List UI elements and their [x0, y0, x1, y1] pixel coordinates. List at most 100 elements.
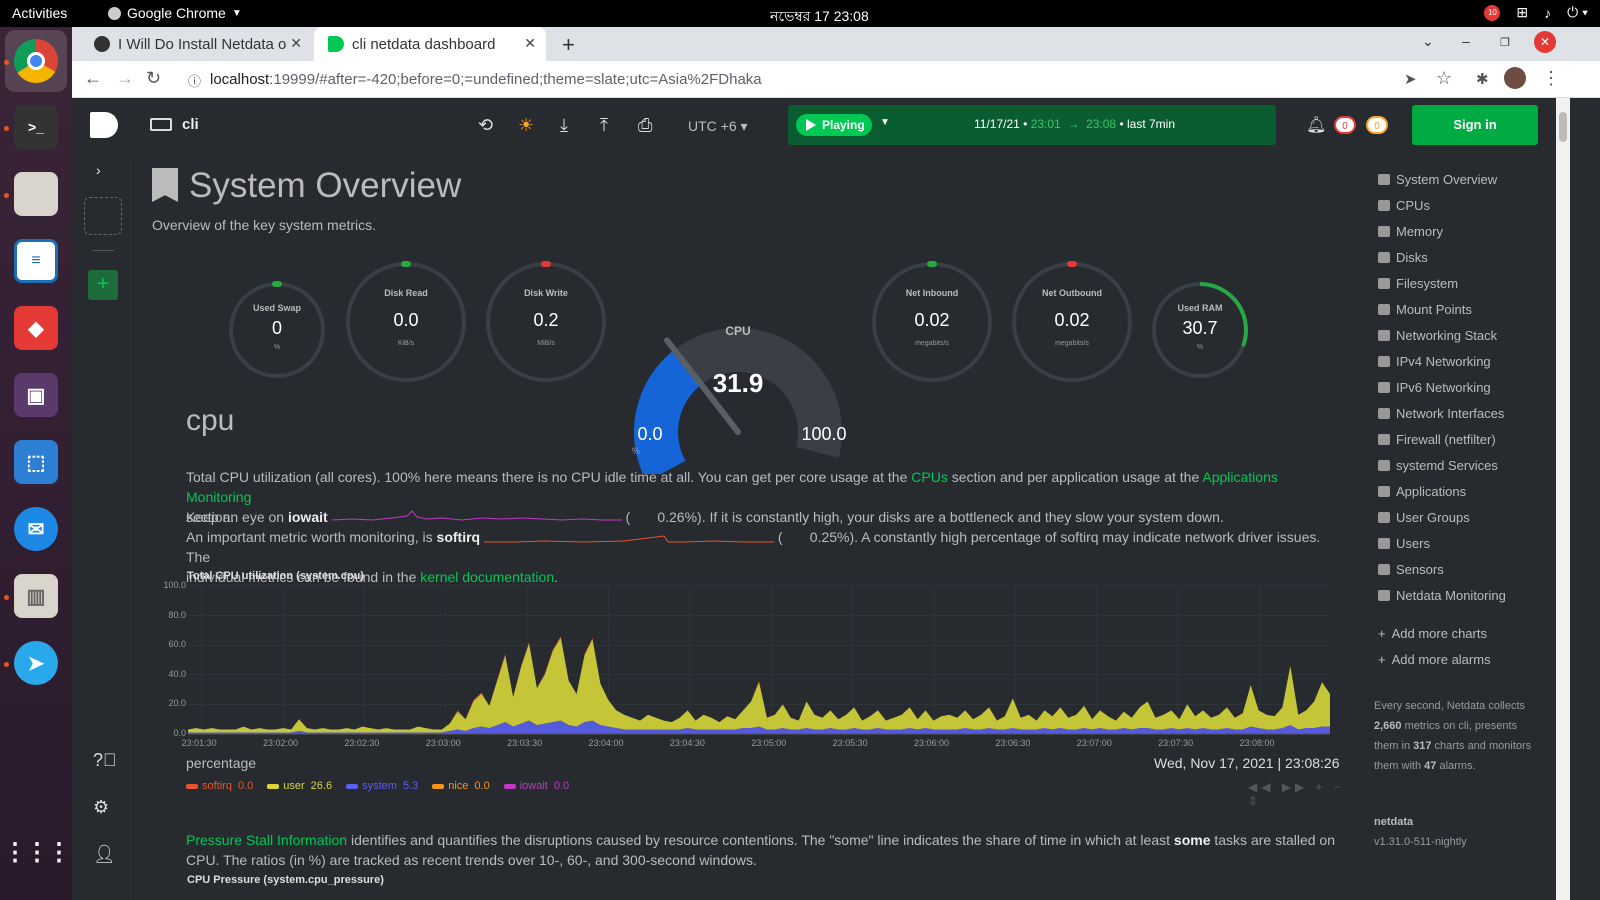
warning-alarms-count[interactable]: 0	[1366, 116, 1388, 134]
system-top-bar: Activities Google Chrome ▼ নভেম্বর 17 23…	[0, 0, 1600, 27]
x-tick-label: 23:03:30	[507, 738, 543, 748]
upload-icon[interactable]: ⤒	[600, 115, 608, 136]
legend-item-softirq[interactable]: softirq 0.0	[186, 780, 253, 792]
bell-icon[interactable]: 🔔︎	[1306, 115, 1326, 135]
show-apps-grid-icon[interactable]: ⋮⋮⋮	[3, 830, 71, 874]
time-player[interactable]: Playing ▼ 11/17/21 • 23:01 → 23:08 • las…	[788, 105, 1276, 145]
anydesk-dock-icon[interactable]: ◆	[14, 306, 58, 350]
y-tick-label: 100.0	[163, 580, 186, 590]
x-tick-label: 23:04:00	[588, 738, 624, 748]
menu-item-systemd-services[interactable]: systemd Services	[1378, 458, 1498, 473]
forward-icon[interactable]: →	[116, 68, 134, 89]
expand-sidebar-icon[interactable]: ›	[96, 162, 101, 178]
legend-item-iowait[interactable]: iowait 0.0	[503, 780, 569, 792]
chart-controls[interactable]: ◀◀ ▶▶ + − ⇕	[1248, 780, 1356, 808]
extensions-icon[interactable]: ✱	[1476, 70, 1489, 88]
legend-item-system[interactable]: system 5.3	[346, 780, 418, 792]
tab-search-icon[interactable]: ⌄	[1422, 33, 1434, 50]
files-dock-icon[interactable]	[14, 172, 58, 216]
menu-item-firewall-netfilter[interactable]: Firewall (netfilter)	[1378, 432, 1496, 447]
menu-item-filesystem[interactable]: Filesystem	[1378, 276, 1458, 291]
legend-item-user[interactable]: user 26.6	[267, 780, 332, 792]
add-more-charts-link[interactable]: + Add more charts	[1378, 626, 1487, 641]
thunderbird-dock-icon[interactable]: ✉	[14, 507, 58, 551]
menu-item-disks[interactable]: Disks	[1378, 250, 1428, 265]
chrome-menu-icon[interactable]: ⋮	[1542, 68, 1560, 89]
play-button[interactable]: Playing	[796, 114, 872, 136]
menu-item-netdata-monitoring[interactable]: Netdata Monitoring	[1378, 588, 1506, 603]
minimize-button[interactable]: –	[1462, 33, 1470, 49]
user-icon[interactable]: 👤︎	[93, 844, 116, 865]
gauge-label: Disk Write	[524, 288, 568, 298]
gauges-area	[229, 261, 1248, 474]
add-more-alarms-link[interactable]: + Add more alarms	[1378, 652, 1491, 667]
page-scrollbar[interactable]	[1556, 98, 1570, 900]
maximize-button[interactable]: ❐	[1500, 36, 1510, 49]
address-bar[interactable]: localhost:19999/#after=-420;before=0;=un…	[210, 67, 1440, 93]
menu-item-users[interactable]: Users	[1378, 536, 1430, 551]
space-placeholder[interactable]	[84, 197, 122, 235]
menu-item-mount-points[interactable]: Mount Points	[1378, 302, 1472, 317]
sign-in-button[interactable]: Sign in	[1412, 105, 1538, 145]
chevron-down-icon[interactable]: ▼	[880, 117, 890, 128]
archive-dock-icon[interactable]: ▥	[14, 574, 58, 618]
netdata-info: Every second, Netdata collects 2,660 met…	[1374, 696, 1534, 776]
tab-label: cli netdata dashboard	[352, 35, 496, 53]
menu-item-cpus[interactable]: CPUs	[1378, 198, 1430, 213]
netdata-logo[interactable]	[90, 112, 118, 138]
timezone-selector[interactable]: UTC +6 ▾	[688, 118, 748, 135]
menu-item-applications[interactable]: Applications	[1378, 484, 1466, 499]
cpu-area-chart[interactable]	[134, 580, 1356, 780]
menu-item-networking-stack[interactable]: Networking Stack	[1378, 328, 1497, 343]
close-tab-icon[interactable]: ✕	[290, 35, 302, 52]
scrollbar-thumb[interactable]	[1559, 112, 1567, 142]
menu-item-user-groups[interactable]: User Groups	[1378, 510, 1470, 525]
close-tab-icon[interactable]: ✕	[524, 35, 536, 52]
refresh-icon[interactable]: ⟲	[478, 115, 493, 136]
screenshot-dock-icon[interactable]: ⬚	[14, 440, 58, 484]
system-tray[interactable]: 10 ⊞ ♪ ⏻ ▾	[1484, 4, 1588, 21]
psi-link[interactable]: Pressure Stall Information	[186, 832, 347, 848]
menu-item-ipv6-networking[interactable]: IPv6 Networking	[1378, 380, 1491, 395]
theme-icon[interactable]: ☀	[518, 115, 534, 136]
settings-gear-icon[interactable]: ⚙	[93, 797, 109, 818]
tab-netdata-dashboard[interactable]: cli netdata dashboard ✕	[314, 27, 546, 61]
help-icon[interactable]: ?⃝	[93, 750, 117, 771]
site-info-icon[interactable]: ⓘ	[188, 71, 201, 90]
legend-name: nice	[448, 780, 469, 792]
menu-item-memory[interactable]: Memory	[1378, 224, 1443, 239]
cpu-gauge-label: CPU	[725, 324, 751, 338]
critical-alarms-count[interactable]: 0	[1334, 116, 1356, 134]
app-menu[interactable]: Google Chrome ▼	[108, 5, 242, 21]
profile-avatar[interactable]	[1504, 67, 1526, 89]
menu-item-sensors[interactable]: Sensors	[1378, 562, 1444, 577]
chrome-dock-icon[interactable]	[14, 39, 58, 83]
telegram-dock-icon[interactable]: ➤	[14, 641, 58, 685]
close-window-button[interactable]: ✕	[1534, 31, 1556, 53]
reload-icon[interactable]: ↻	[146, 68, 161, 89]
legend-item-nice[interactable]: nice 0.0	[432, 780, 490, 792]
sensor-icon	[1378, 564, 1390, 575]
tab-install-netdata[interactable]: I Will Do Install Netdata o ✕	[80, 27, 312, 61]
new-tab-button[interactable]: +	[562, 32, 575, 58]
menu-item-system-overview[interactable]: System Overview	[1378, 172, 1497, 187]
back-icon[interactable]: ←	[84, 68, 102, 89]
download-icon[interactable]: ⤓	[560, 115, 568, 136]
menu-item-network-interfaces[interactable]: Network Interfaces	[1378, 406, 1504, 421]
menu-item-ipv4-networking[interactable]: IPv4 Networking	[1378, 354, 1491, 369]
cpus-link[interactable]: CPUs	[911, 469, 948, 485]
add-space-button[interactable]: +	[88, 270, 118, 300]
send-icon[interactable]: ➤	[1404, 70, 1417, 88]
clock[interactable]: নভেম্বর 17 23:08	[770, 5, 869, 29]
print-icon[interactable]: ⎙	[638, 115, 652, 136]
netdata-brand[interactable]: netdata	[1374, 816, 1413, 828]
notification-badge[interactable]: 10	[1484, 4, 1501, 21]
video-dock-icon[interactable]: ▣	[14, 373, 58, 417]
menu-item-label: IPv6 Networking	[1396, 380, 1491, 395]
time-range[interactable]: 11/17/21 • 23:01 → 23:08 • last 7min	[974, 117, 1175, 131]
bookmark-star-icon[interactable]: ☆	[1436, 68, 1452, 89]
activities-button[interactable]: Activities	[12, 5, 67, 21]
writer-dock-icon[interactable]: ≡	[14, 239, 58, 283]
host-selector[interactable]: cli	[150, 116, 199, 133]
terminal-dock-icon[interactable]: >_	[14, 105, 58, 149]
